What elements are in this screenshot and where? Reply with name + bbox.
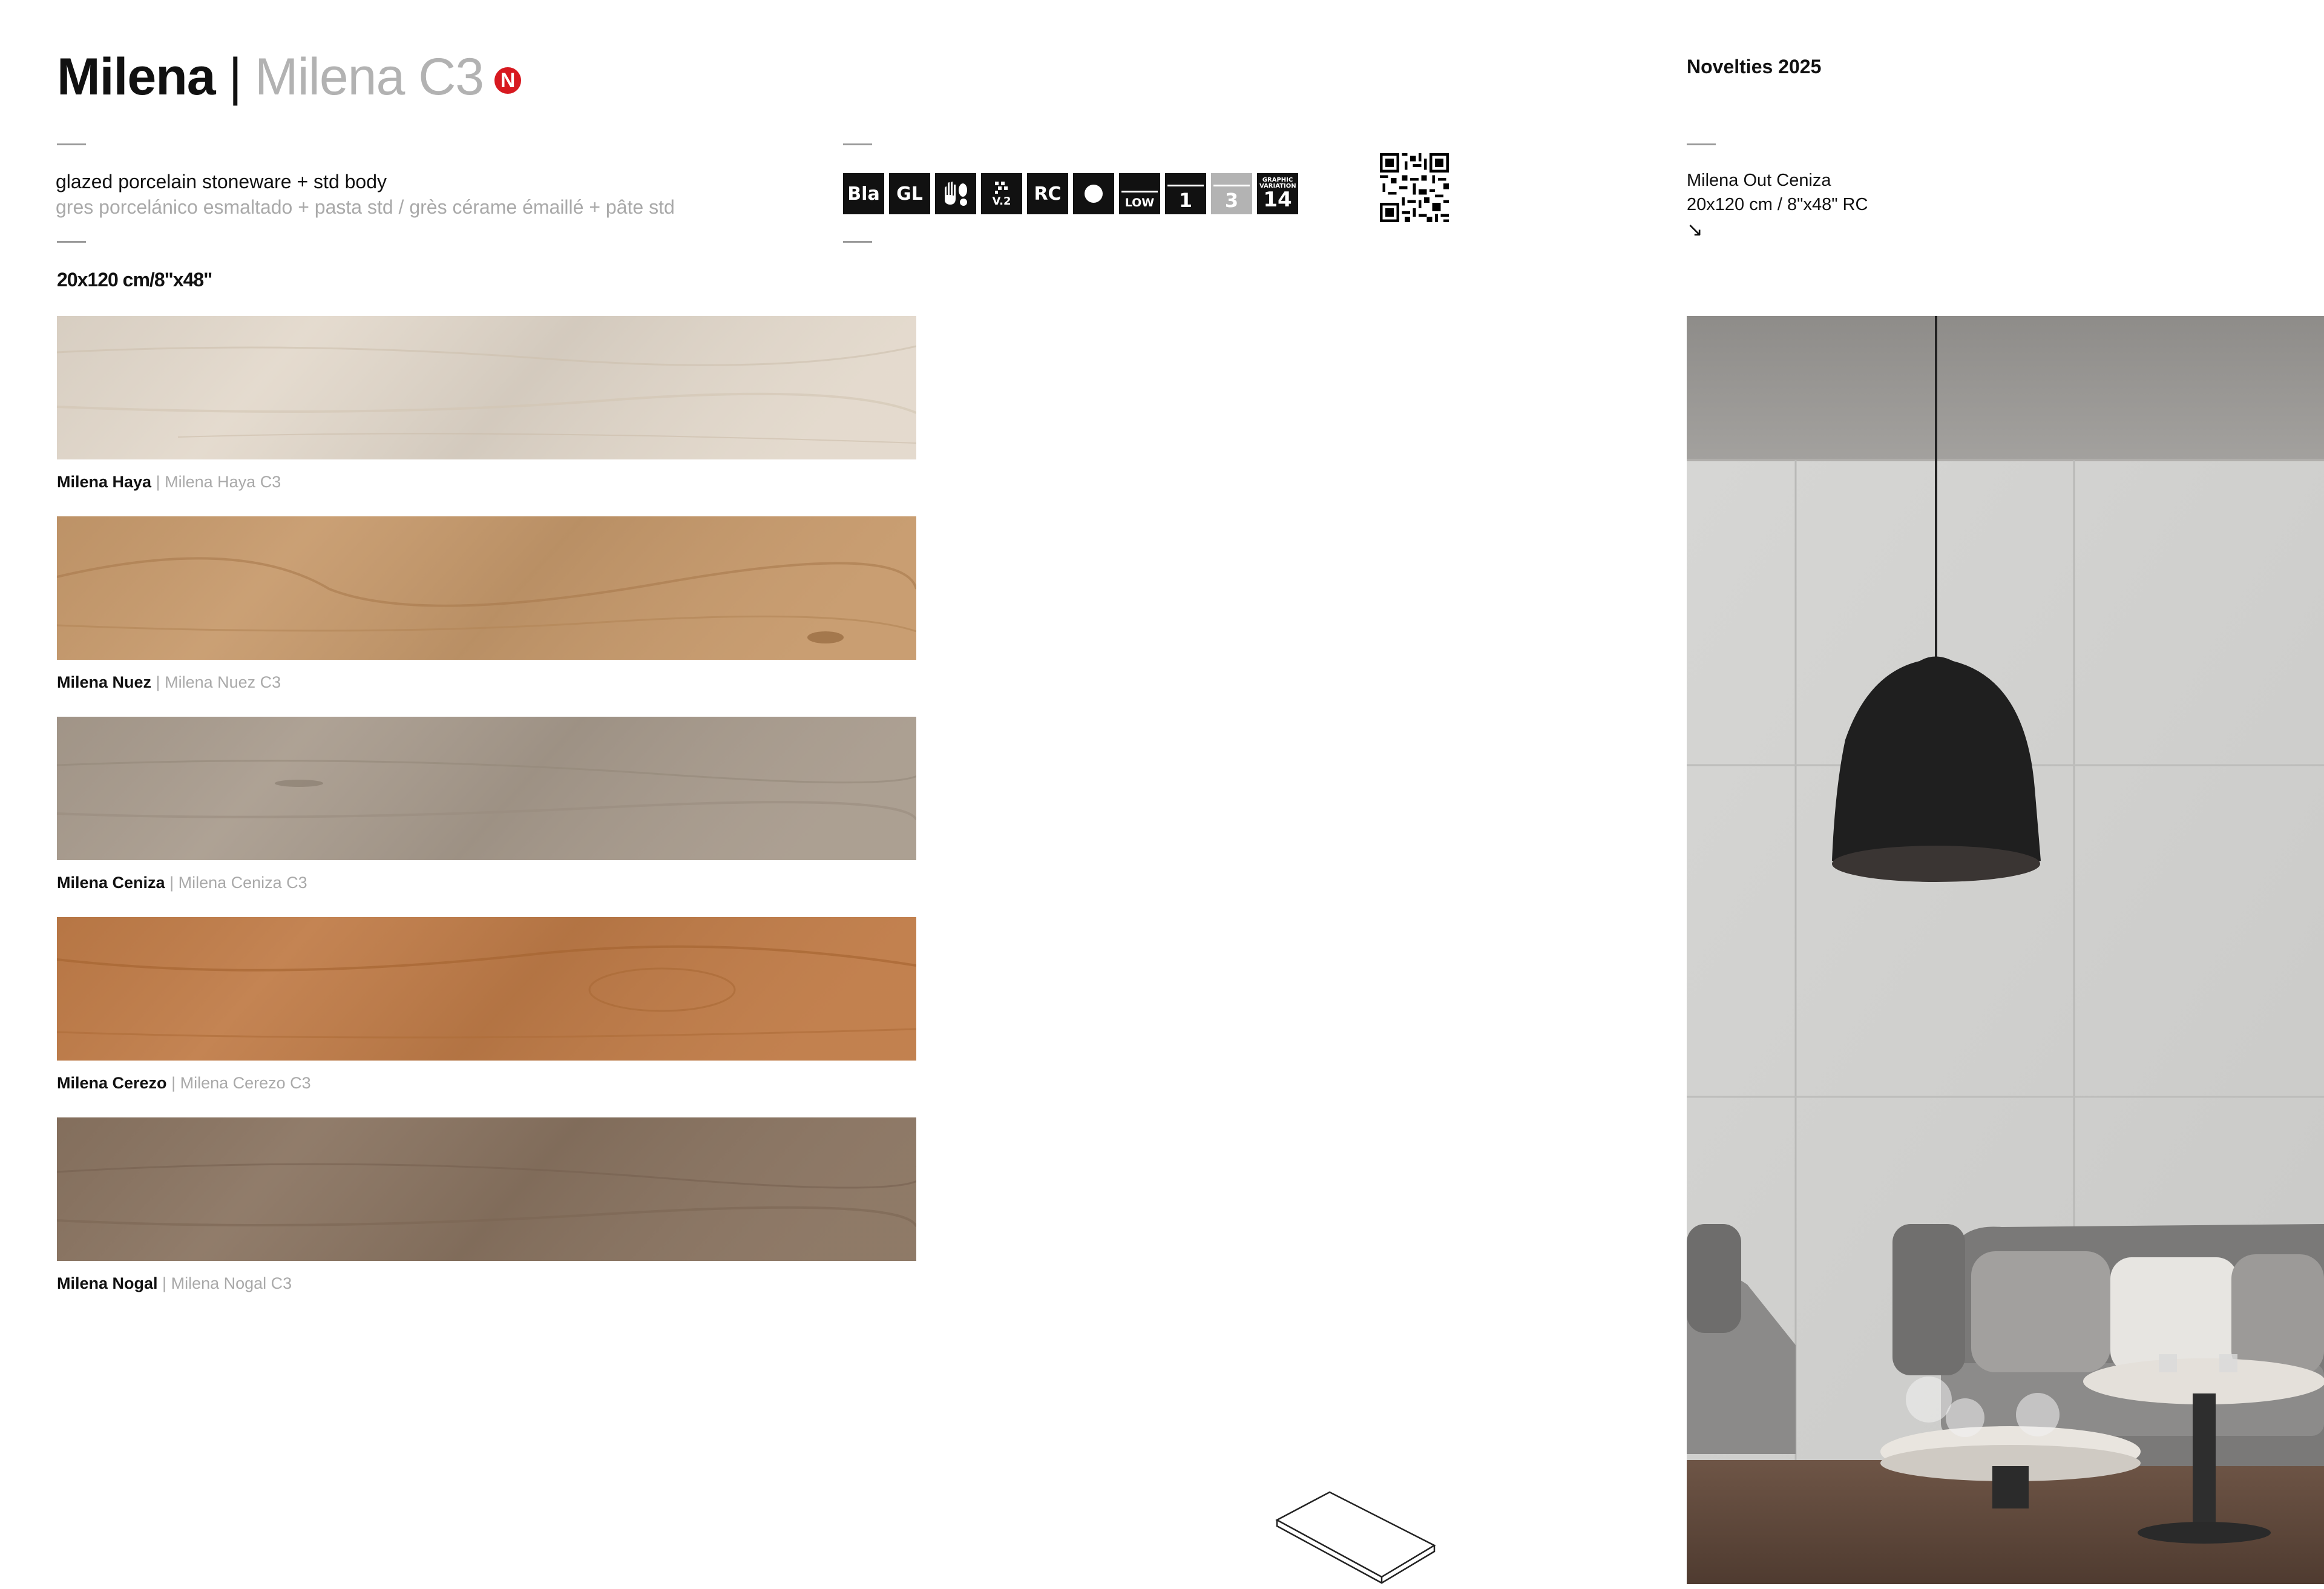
low-icon: LOW	[1119, 173, 1160, 214]
tile-texture	[56, 1117, 924, 1261]
low-label: LOW	[1124, 196, 1155, 209]
tile-grain	[57, 1117, 916, 1261]
tile-label-nuez: Milena Nuez | Milena Nuez C3	[57, 673, 281, 691]
tile-label-haya: Milena Haya | Milena Haya C3	[57, 473, 281, 491]
tile-texture	[56, 316, 917, 459]
ambient-photo-illustration	[1687, 316, 2324, 1584]
page-title: Milena | Milena C3 N	[57, 47, 522, 107]
tile-grain	[57, 316, 916, 459]
divider	[1687, 143, 1716, 145]
slip-3-label: 3	[1224, 189, 1239, 212]
tile-alt-name: Milena Nuez C3	[165, 673, 281, 691]
tile-swatch-haya[interactable]	[56, 316, 917, 459]
divider	[843, 241, 872, 243]
rc-icon-label: RC	[1034, 183, 1062, 205]
arrow-down-right-icon: ↘	[1687, 219, 1703, 240]
graphic-variation-number: 14	[1263, 188, 1292, 212]
tile-name: Milena Nogal	[57, 1274, 158, 1292]
tile-swatch-cerezo[interactable]	[56, 917, 917, 1061]
slip-bar	[1213, 185, 1250, 186]
ambient-photo	[1687, 316, 2324, 1584]
tile-swatch-ceniza[interactable]	[56, 717, 924, 860]
gl-icon-label: GL	[896, 183, 923, 205]
hand-foot-glyph	[945, 182, 967, 206]
tile-alt-name: Milena Ceniza C3	[178, 873, 307, 892]
tile-label-cerezo: Milena Cerezo | Milena Cerezo C3	[57, 1074, 311, 1092]
divider	[57, 143, 86, 145]
tile-shape-icon	[1275, 1491, 1436, 1584]
tile-alt-name: Milena Haya C3	[165, 473, 281, 491]
variation-label: V.2	[992, 194, 1011, 208]
divider	[843, 143, 872, 145]
novelty-badge-icon: N	[494, 67, 522, 94]
ambient-caption-name: Milena Out Ceniza	[1687, 171, 1831, 190]
tile-label-ceniza: Milena Ceniza | Milena Ceniza C3	[57, 873, 307, 892]
bla-icon-label: Bla	[847, 183, 880, 205]
tile-alt-name: Milena Cerezo C3	[180, 1074, 311, 1092]
graphic-variation-icon: GRAPHIC VARIATION 14	[1257, 173, 1298, 214]
qr-code-icon[interactable]	[1380, 153, 1449, 222]
divider	[57, 241, 86, 243]
tile-texture	[56, 516, 917, 660]
tile-texture	[56, 717, 924, 860]
tile-grain	[57, 717, 916, 860]
tile-alt-name: Milena Nogal C3	[171, 1274, 292, 1292]
slip-1-label: 1	[1178, 189, 1193, 212]
tile-grain	[57, 917, 916, 1061]
variation-dots-glyph	[995, 181, 1008, 194]
rc-icon: RC	[1027, 173, 1068, 214]
title-sub: Milena C3	[254, 48, 484, 106]
hand-foot-icon	[935, 173, 976, 214]
tile-name: Milena Cerezo	[57, 1074, 167, 1092]
tile-swatch-nuez[interactable]	[56, 516, 917, 660]
tile-label-nogal: Milena Nogal | Milena Nogal C3	[57, 1274, 292, 1292]
slip-1-icon: 1	[1165, 173, 1206, 214]
description-translations: gres porcelánico esmaltado + pasta std /…	[56, 196, 675, 218]
format-label: 20x120 cm/8"x48"	[57, 269, 212, 291]
novelties-label: Novelties 2025	[1687, 56, 1822, 77]
tile-name: Milena Ceniza	[57, 873, 165, 892]
tile-grain	[57, 516, 916, 660]
dot-icon	[1073, 173, 1114, 214]
tile-texture	[56, 917, 917, 1061]
tile-name: Milena Haya	[57, 473, 152, 491]
title-separator: |	[228, 48, 242, 106]
bla-icon: Bla	[843, 173, 884, 214]
title-main: Milena	[57, 48, 216, 106]
dot-glyph	[1085, 185, 1103, 203]
tile-swatch-nogal[interactable]	[56, 1117, 924, 1261]
ambient-caption-size: 20x120 cm / 8"x48" RC	[1687, 195, 1868, 214]
description-en: glazed porcelain stoneware + std body	[56, 171, 387, 192]
variation-v2-icon: V.2	[981, 173, 1022, 214]
slip-bar	[1167, 185, 1204, 186]
gl-icon: GL	[889, 173, 930, 214]
tile-name: Milena Nuez	[57, 673, 152, 691]
slip-3-icon: 3	[1211, 173, 1252, 214]
low-bar	[1121, 191, 1158, 192]
